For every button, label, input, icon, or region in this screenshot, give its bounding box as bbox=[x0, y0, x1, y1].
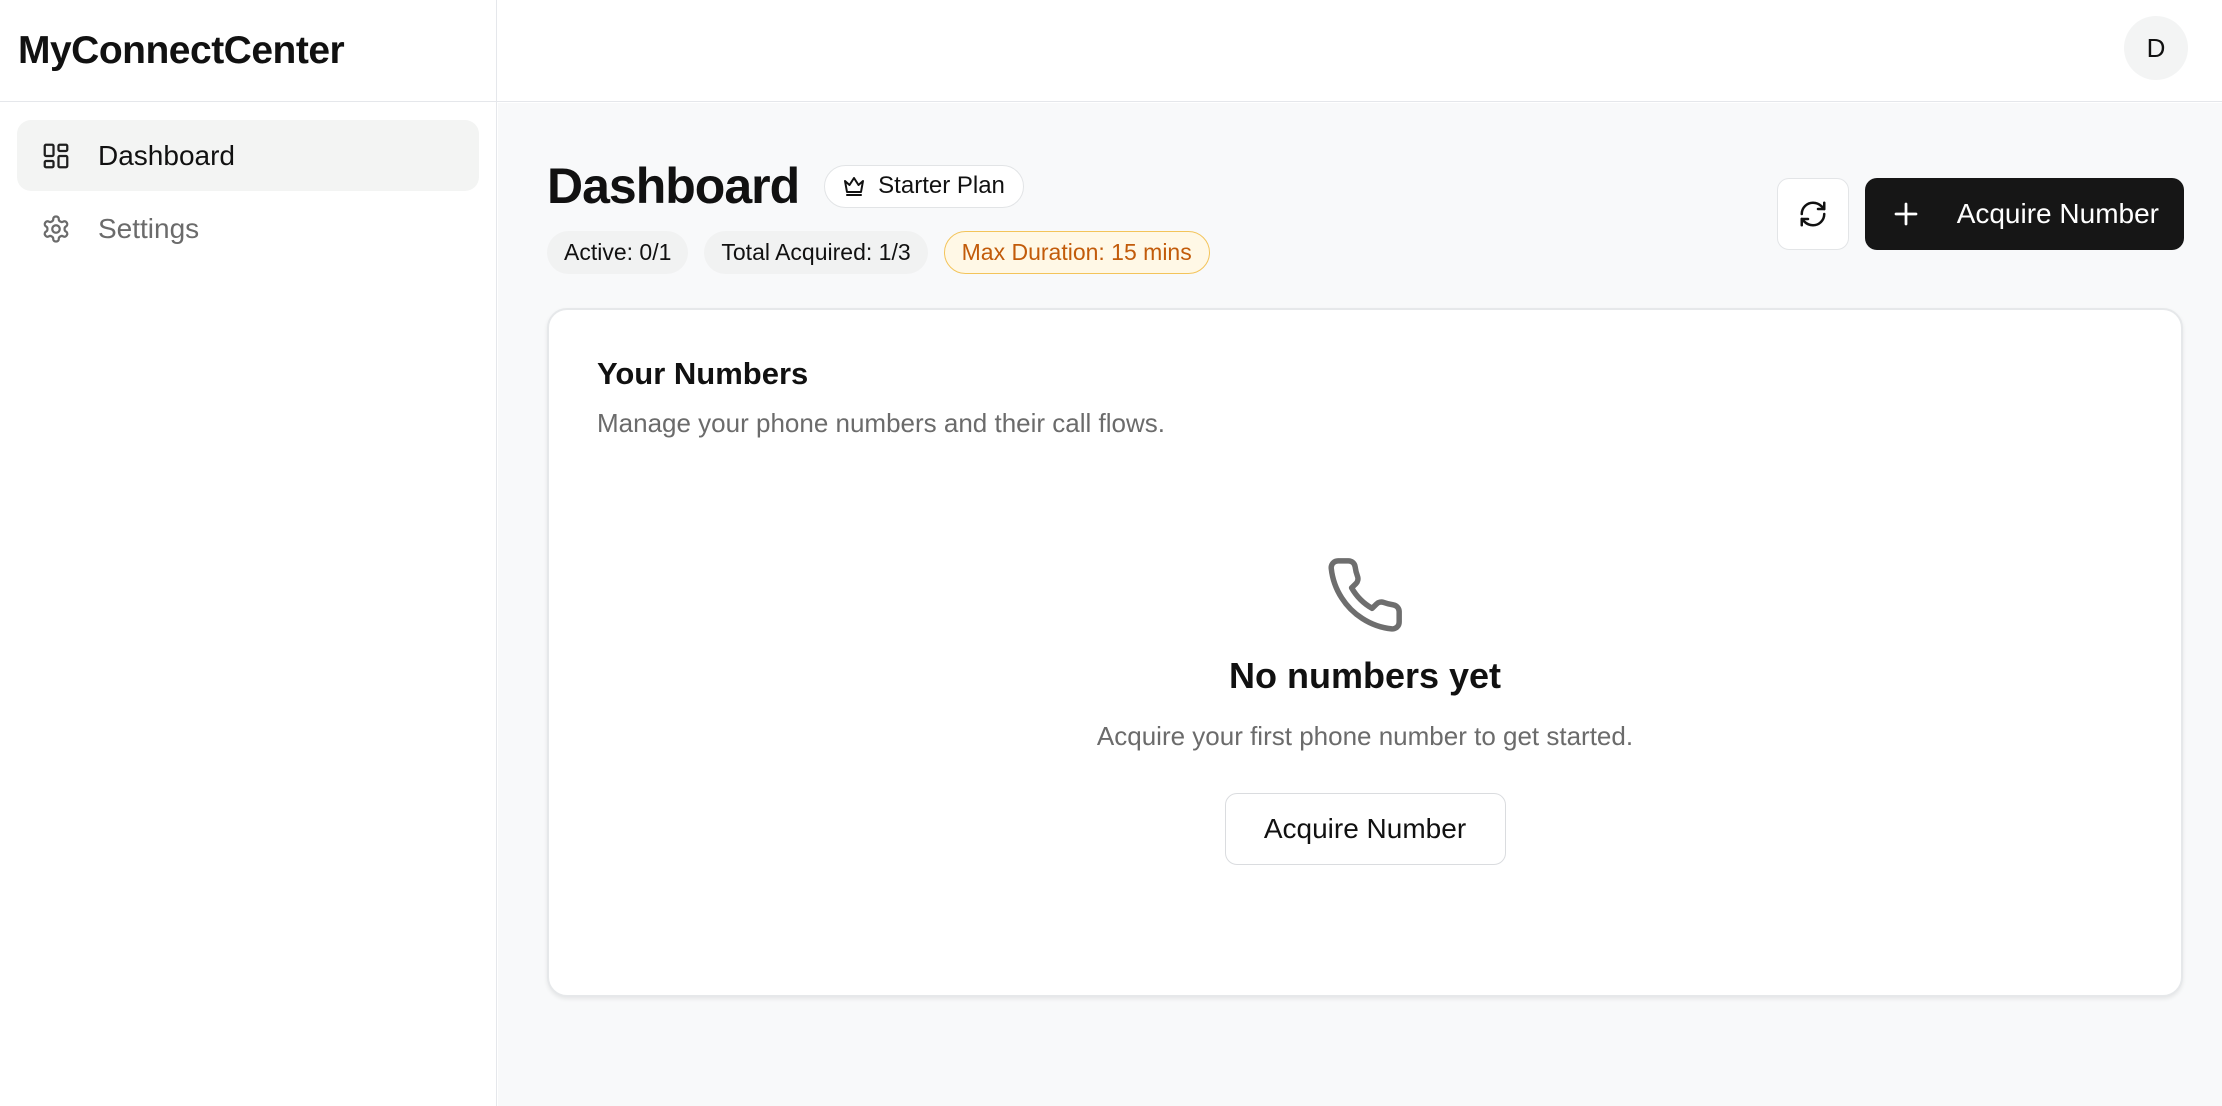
plan-badge-label: Starter Plan bbox=[878, 172, 1005, 199]
card-subtitle: Manage your phone numbers and their call… bbox=[597, 408, 1165, 438]
phone-icon bbox=[1328, 558, 1402, 632]
refresh-icon bbox=[1800, 201, 1826, 227]
acquire-number-label: Acquire Number bbox=[1956, 198, 2159, 229]
sidebar-item-label: Dashboard bbox=[98, 139, 235, 171]
main-content: Dashboard Starter Plan Active: 0/1 Total… bbox=[498, 103, 2222, 1106]
total-acquired-badge: Total Acquired: 1/3 bbox=[704, 231, 928, 274]
numbers-card: Your Numbers Manage your phone numbers a… bbox=[547, 308, 2183, 997]
page-title: Dashboard bbox=[547, 158, 800, 214]
plan-badge: Starter Plan bbox=[824, 164, 1024, 208]
sidebar-item-dashboard[interactable]: Dashboard bbox=[17, 120, 479, 191]
empty-state-title: No numbers yet bbox=[1228, 655, 1502, 696]
acquire-number-button[interactable]: Acquire Number bbox=[1864, 178, 2184, 250]
max-duration-badge: Max Duration: 15 mins bbox=[943, 231, 1210, 274]
brand-bar: MyConnectCenter bbox=[0, 0, 496, 102]
header-actions: Acquire Number bbox=[1776, 178, 2184, 250]
sidebar-item-label: Settings bbox=[98, 212, 200, 244]
empty-state-acquire-button[interactable]: Acquire Number bbox=[1224, 793, 1506, 865]
empty-state-subtitle: Acquire your first phone number to get s… bbox=[1096, 721, 1634, 751]
empty-state: No numbers yet Acquire your first phone … bbox=[549, 554, 2181, 865]
gear-icon bbox=[41, 214, 71, 244]
refresh-button[interactable] bbox=[1776, 178, 1849, 250]
sidebar-item-settings[interactable]: Settings bbox=[17, 193, 479, 264]
sidebar: MyConnectCenter Dashboard Settings bbox=[0, 0, 497, 1106]
top-bar: D bbox=[497, 0, 2222, 102]
avatar[interactable]: D bbox=[2124, 16, 2188, 80]
sidebar-nav: Dashboard Settings bbox=[0, 102, 496, 284]
active-stat-badge: Active: 0/1 bbox=[547, 231, 689, 274]
brand-logo[interactable]: MyConnectCenter bbox=[18, 29, 345, 73]
dashboard-icon bbox=[41, 141, 71, 171]
title-row: Dashboard Starter Plan bbox=[547, 157, 1226, 215]
card-title: Your Numbers bbox=[597, 356, 809, 391]
stats-row: Active: 0/1 Total Acquired: 1/3 Max Dura… bbox=[547, 231, 1226, 274]
crown-icon bbox=[842, 174, 866, 198]
plus-icon bbox=[1891, 199, 1921, 229]
page-header: Dashboard Starter Plan Active: 0/1 Total… bbox=[547, 157, 1226, 274]
